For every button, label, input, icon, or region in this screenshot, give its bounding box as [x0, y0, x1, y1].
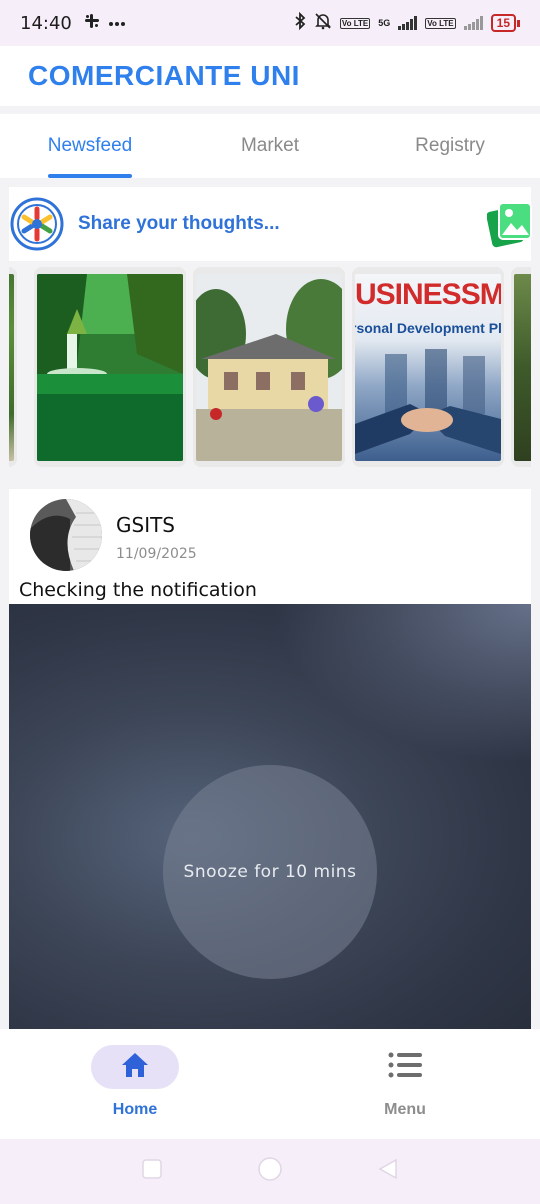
- tab-bar: Newsfeed Market Registry: [0, 114, 540, 178]
- app-title: COMERCIANTE UNI: [28, 60, 300, 91]
- nav-menu-label: Menu: [384, 1101, 426, 1118]
- volte-icon: Vo LTE: [339, 17, 371, 29]
- home-icon: [120, 1051, 150, 1084]
- system-navigation-bar: [0, 1139, 540, 1204]
- recents-button[interactable]: [141, 1158, 163, 1185]
- composer-placeholder[interactable]: Share your thoughts...: [78, 213, 280, 235]
- nav-menu[interactable]: Menu: [270, 1029, 540, 1139]
- stories-carousel[interactable]: USINESSMA rsonal Development Pl: [9, 267, 531, 469]
- nav-home[interactable]: Home: [0, 1029, 270, 1139]
- add-photo-icon[interactable]: [486, 199, 533, 249]
- organization-logo-icon: [10, 197, 64, 251]
- post-text: Checking the notification: [19, 579, 257, 601]
- more-dots-icon: [108, 14, 126, 32]
- story-card[interactable]: USINESSMA rsonal Development Pl: [352, 267, 504, 467]
- menu-list-icon: [388, 1052, 422, 1083]
- bluetooth-icon: [294, 11, 306, 34]
- story-card[interactable]: [511, 267, 531, 467]
- post-composer[interactable]: Share your thoughts...: [9, 187, 533, 261]
- snooze-label: Snooze for 10 mins: [183, 862, 357, 882]
- home-system-button[interactable]: [257, 1156, 283, 1187]
- story-card[interactable]: [9, 267, 17, 467]
- story-card[interactable]: [193, 267, 345, 467]
- battery-indicator: 15: [490, 14, 516, 32]
- signal-5g-icon: [398, 16, 418, 30]
- post-date: 11/09/2025: [116, 546, 197, 562]
- app-bar: COMERCIANTE UNI: [0, 46, 540, 106]
- tab-registry[interactable]: Registry: [360, 114, 540, 178]
- story-tree-image: [514, 274, 531, 461]
- post-card: GSITS 11/09/2025 Checking the notificati…: [9, 489, 531, 1029]
- signal-icon: [463, 16, 483, 30]
- story-house-image: [196, 274, 342, 461]
- bottom-navigation: Home Menu: [0, 1029, 540, 1139]
- snooze-circle: Snooze for 10 mins: [163, 765, 377, 979]
- back-button[interactable]: [377, 1158, 399, 1185]
- story-waterfall-image: [37, 274, 183, 461]
- status-time: 14:40: [20, 12, 72, 34]
- status-bar: 14:40 Vo LTE 5G Vo LTE 15: [0, 0, 540, 46]
- network-type-label: 5G: [378, 17, 391, 28]
- story-forest-image: [9, 274, 14, 461]
- avatar[interactable]: [30, 499, 102, 571]
- story-businessman-image: USINESSMA rsonal Development Pl: [355, 274, 501, 461]
- tab-market[interactable]: Market: [180, 114, 360, 178]
- volte-icon: Vo LTE: [425, 17, 456, 29]
- nav-home-label: Home: [112, 1101, 158, 1118]
- post-author[interactable]: GSITS: [116, 513, 175, 537]
- story-banner-subtitle: rsonal Development Pl: [355, 320, 501, 336]
- tab-newsfeed[interactable]: Newsfeed: [0, 114, 180, 178]
- story-banner-text: USINESSMA: [355, 278, 501, 311]
- slack-icon: [84, 13, 100, 34]
- story-card[interactable]: [34, 267, 186, 467]
- post-image[interactable]: Snooze for 10 mins: [9, 604, 531, 1029]
- bell-off-icon: [314, 12, 332, 34]
